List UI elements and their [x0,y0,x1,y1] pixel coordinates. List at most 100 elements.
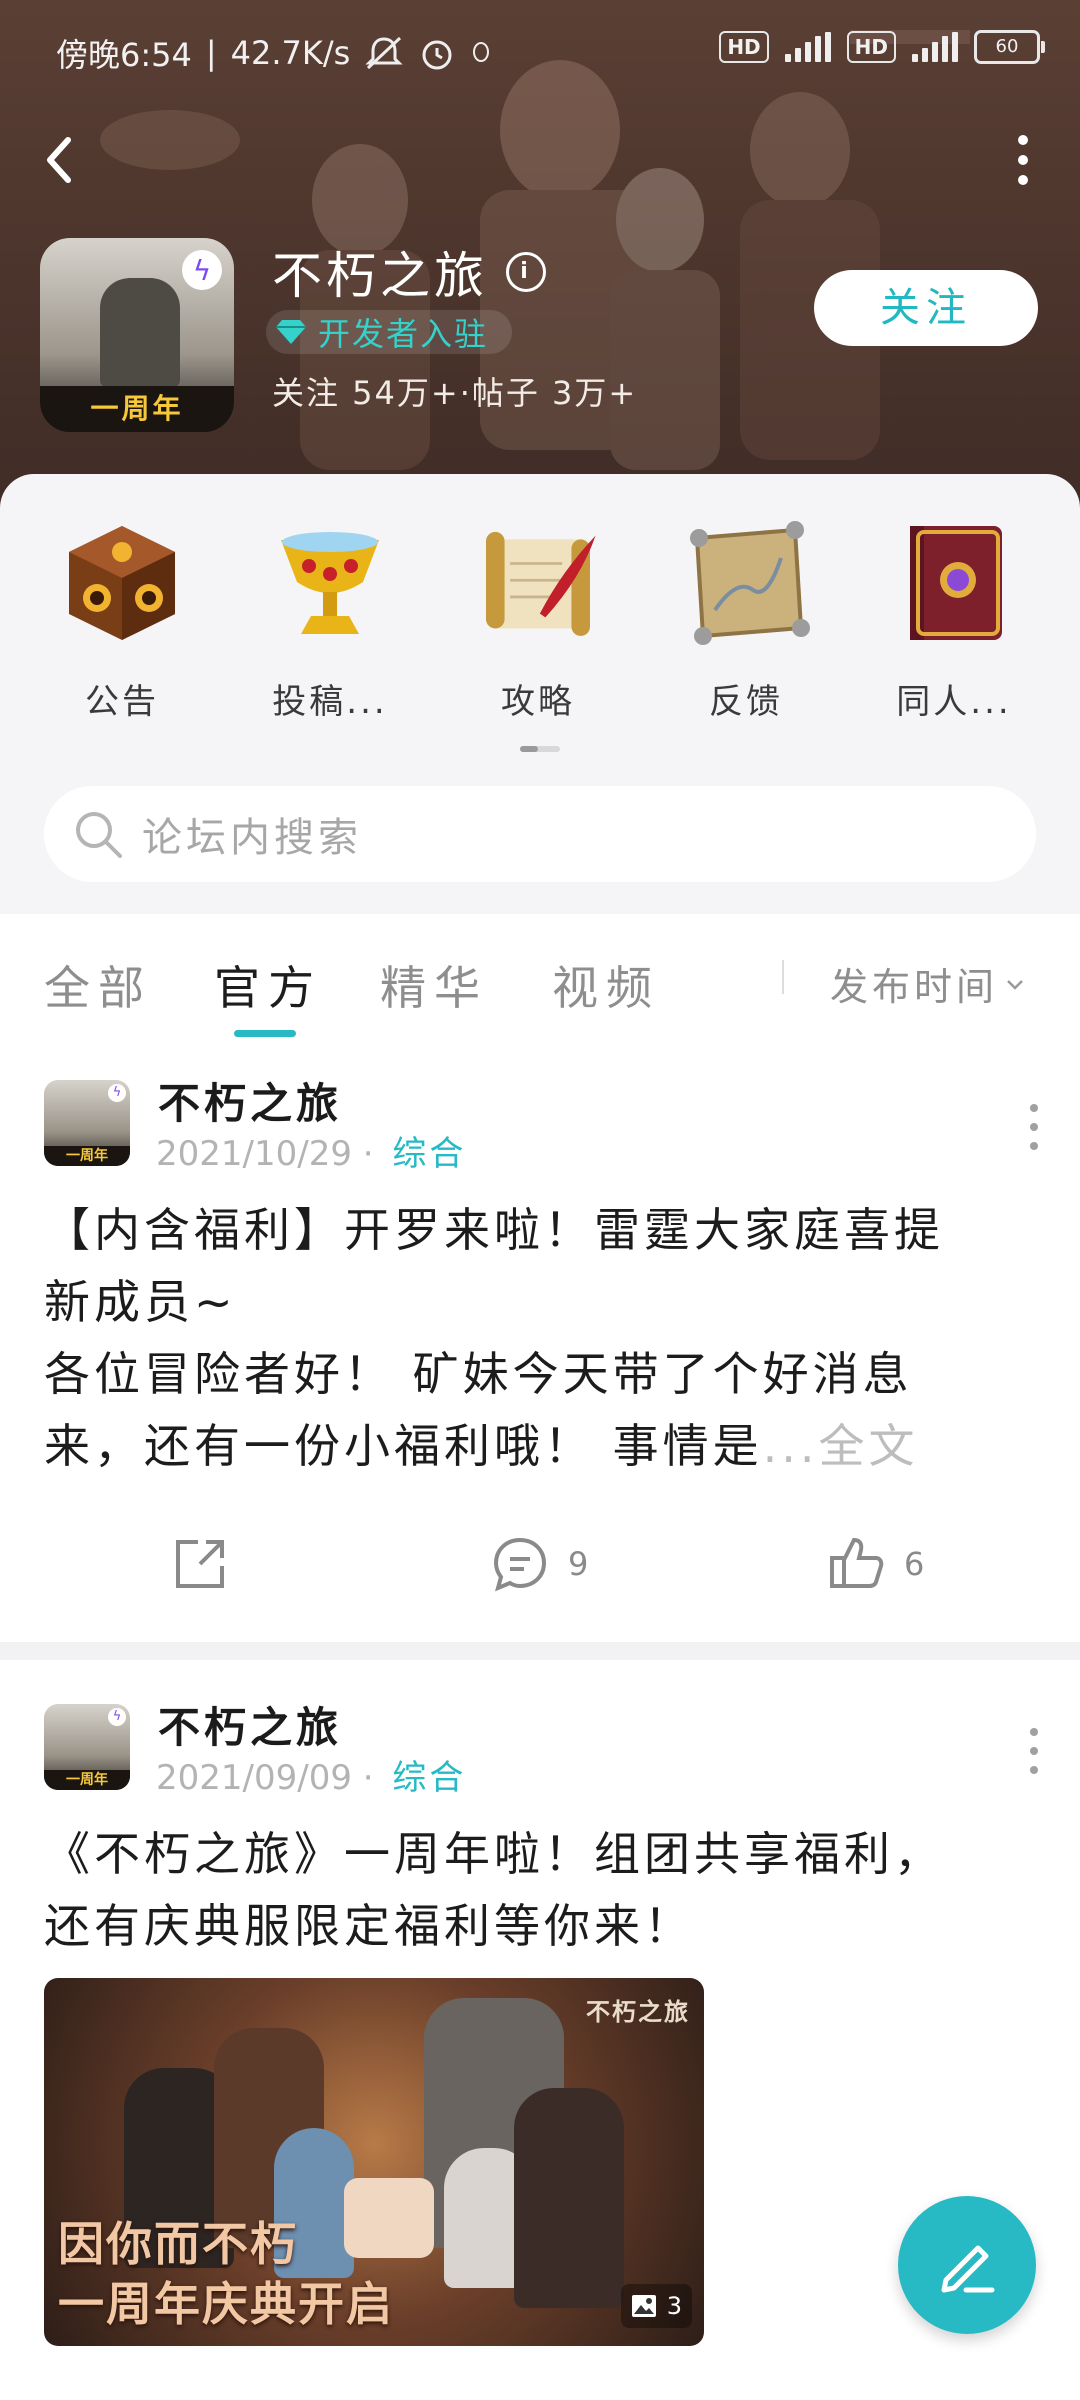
comment-icon [493,1537,547,1592]
tab-all[interactable]: 全部 [44,952,152,1018]
scroll-quill-icon [486,531,596,636]
thumbs-up-icon [830,1537,884,1588]
like-count: 6 [904,1545,925,1583]
sort-dropdown[interactable]: 发布时间 [830,956,1026,1011]
post-tag[interactable]: 综合 [392,1134,466,1174]
pen-icon [941,2245,995,2293]
post-excerpt-line: 来，还有一份小福利哦！ 事情是...全文 [44,1410,1044,1482]
search-icon [76,812,122,858]
game-icon[interactable]: ϟ 一周年 [40,238,234,432]
signal-icon [784,32,831,62]
post-image[interactable]: 不朽之旅 因你而不朽 一周年庆典开启 3 [44,1978,704,2346]
post-tag[interactable]: 综合 [392,1758,466,1798]
meta-separator: · [362,1134,374,1174]
category-fan-art[interactable]: 同人... [854,518,1054,722]
compose-post-button[interactable] [898,2196,1036,2334]
category-row: 公告 投稿... 攻略 反馈 同人... [0,518,1080,722]
anniversary-band: 一周年 [44,1770,130,1790]
active-tab-indicator [234,1030,296,1037]
tab-featured[interactable]: 精华 [380,952,488,1018]
image-game-logo: 不朽之旅 [586,1998,690,2026]
anniversary-band: 一周年 [44,1146,130,1166]
category-label: 反馈 [709,682,783,722]
post-excerpt-line: 各位冒险者好！ 矿妹今天带了个好消息 [44,1347,913,1401]
post-meta: 2021/10/29 · 综合 [156,1126,466,1175]
tab-official[interactable]: 官方 [214,952,322,1018]
qq-notification-icon [473,42,490,62]
post-card[interactable]: ϟ 一周年 不朽之旅 2021/10/29 · 综合 【内含福利】开罗来啦！雷霆… [0,1040,1080,1642]
anniversary-band: 一周年 [40,386,234,432]
post-title-line: 新成员~ [44,1275,237,1329]
author-avatar[interactable]: ϟ 一周年 [44,1080,130,1166]
like-button[interactable]: 6 [826,1534,924,1594]
diamond-icon [276,320,306,344]
knight-figure [100,278,180,388]
tab-divider [782,960,784,994]
sort-label: 发布时间 [830,965,999,1009]
hd-badge-2: HD [846,31,896,63]
status-bar: 傍晚6:54 | 42.7K/s HD HD 60 [0,0,1080,100]
category-scroll-indicator [520,746,560,752]
post-actions: 9 6 [0,1534,1080,1634]
map-icon [690,521,810,645]
image-caption: 一周年庆典开启 [58,2277,394,2331]
post-filter-tabs: 全部 官方 精华 视频 发布时间 [0,916,1080,1040]
info-icon[interactable]: i [506,252,546,292]
post-title-line: 【内含福利】开罗来啦！雷霆大家庭喜提 [44,1203,944,1257]
post-excerpt-text: 来，还有一份小福利哦！ 事情是 [44,1419,763,1473]
post-more-button[interactable] [1024,1104,1044,1150]
post-more-button[interactable] [1024,1728,1044,1774]
more-options-button[interactable] [998,130,1048,190]
meta-separator: · [362,1758,374,1798]
alarm-icon [422,40,452,70]
post-title-line: 《不朽之旅》一周年啦！组团共享福利， [44,1827,944,1881]
post-body[interactable]: 【内含福利】开罗来啦！雷霆大家庭喜提 新成员~ 各位冒险者好！ 矿妹今天带了个好… [44,1194,1044,1482]
battery-icon: 60 [974,30,1045,64]
forum-stats: 关注 54万+·帖子 3万+ [272,374,638,412]
category-label: 公告 [85,682,159,722]
chalice-icon [281,532,379,634]
category-submission[interactable]: 投稿... [230,518,430,722]
back-button[interactable] [38,130,98,190]
author-name[interactable]: 不朽之旅 [158,1070,342,1131]
post-date: 2021/10/29 [156,1134,352,1174]
post-title-line: 还有庆典服限定福利等你来！ [44,1899,694,1953]
author-avatar[interactable]: ϟ 一周年 [44,1704,130,1790]
status-divider: | [205,34,217,72]
cube-icon [69,526,175,640]
image-count: 3 [666,2292,682,2320]
share-icon [176,1540,224,1588]
forum-header: 傍晚6:54 | 42.7K/s HD HD 60 ϟ 一周年 不朽之旅 i 开… [0,0,1080,520]
forum-search-bar[interactable]: 论坛内搜索 [44,786,1036,882]
chevron-left-icon [47,137,71,183]
post-body[interactable]: 《不朽之旅》一周年啦！组团共享福利， 还有庆典服限定福利等你来！ [44,1818,1044,1962]
forum-title: 不朽之旅 [272,247,488,305]
mute-icon [365,36,403,70]
author-name[interactable]: 不朽之旅 [158,1694,342,1755]
category-label: 投稿... [272,682,388,722]
tab-video[interactable]: 视频 [552,952,660,1018]
dot-icon [1018,135,1028,145]
ellipsis: ... [762,1419,819,1473]
category-panel: 公告 投稿... 攻略 反馈 同人... 论坛内搜索 [0,474,1080,914]
image-count-badge: 3 [620,2284,692,2328]
dot-icon [1018,155,1028,165]
dot-icon [1018,175,1028,185]
category-guide[interactable]: 攻略 [438,518,638,722]
developer-badge-label: 开发者入驻 [318,315,489,353]
category-label: 攻略 [501,682,575,722]
image-figure [514,2088,624,2308]
share-button[interactable] [170,1534,230,1594]
image-caption: 因你而不朽 [58,2217,298,2271]
follow-button[interactable]: 关注 [814,270,1038,346]
category-announcement[interactable]: 公告 [22,518,222,722]
image-icon [631,2295,656,2317]
full-text-link[interactable]: 全文 [819,1419,919,1473]
chevron-down-icon [1007,979,1023,990]
book-icon [910,526,1002,640]
developer-badge: 开发者入驻 [266,310,513,354]
comment-button[interactable]: 9 [490,1534,588,1594]
signal-icon-2 [912,32,958,62]
category-feedback[interactable]: 反馈 [646,518,846,722]
comment-count: 9 [568,1545,589,1583]
